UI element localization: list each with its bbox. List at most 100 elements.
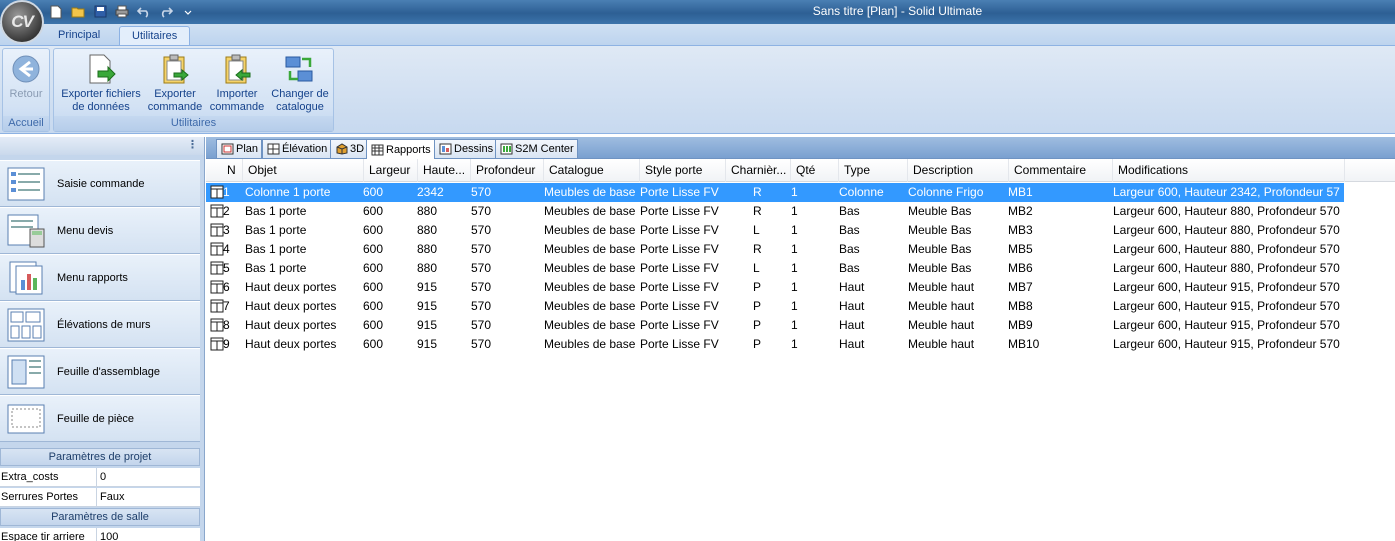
tab-3d[interactable]: 3D [330, 139, 369, 158]
table-row[interactable]: 1 Colonne 1 porte 600 2342 570 Meubles de bas… [206, 183, 1344, 202]
cell-hauteur: 915 [417, 318, 438, 332]
sidebar-item-feuille-piece[interactable]: Feuille de pièce [0, 395, 200, 442]
room-sheet-icon [3, 399, 49, 439]
panel-options-grip[interactable]: ⋮ [0, 137, 204, 155]
sidebar-item-saisie-commande[interactable]: Saisie commande [0, 160, 200, 207]
tab-label: Rapports [386, 143, 431, 156]
tab-label: Dessins [454, 143, 494, 155]
retour-button[interactable]: Retour [6, 51, 46, 101]
cell-qte: 1 [791, 223, 798, 237]
cell-catalogue: Meubles de base [544, 204, 635, 218]
cell-largeur: 600 [363, 261, 384, 275]
cell-style: Porte Lisse FV [640, 318, 719, 332]
tab-label: Plan [236, 143, 259, 155]
cell-hauteur: 880 [417, 261, 438, 275]
report-grid-icon [370, 143, 384, 156]
prop-value[interactable]: Faux [97, 488, 200, 506]
report-grid[interactable]: N Objet Largeur Haute... Profondeur Catalogue… [206, 159, 1395, 541]
table-row[interactable]: 9 Haut deux portes 600 915 570 Meubles de bas… [206, 335, 1344, 354]
change-catalog-button[interactable]: Changer de catalogue [268, 51, 332, 114]
ribbon-group-accueil: Retour Accueil [2, 48, 50, 132]
column-header[interactable]: Objet [243, 159, 364, 182]
cell-commentaire: MB3 [1008, 223, 1033, 237]
cell-hauteur: 915 [417, 337, 438, 351]
sidebar-item-assemblage[interactable]: Feuille d'assemblage [0, 348, 200, 395]
tab-plan[interactable]: Plan [216, 139, 263, 158]
cell-profondeur: 570 [471, 223, 492, 237]
cell-n: 2 [223, 204, 230, 218]
cell-description: Meuble Bas [908, 261, 972, 275]
sidebar-item-elevations[interactable]: Élévations de murs [0, 301, 200, 348]
import-order-button[interactable]: Importer commande [207, 51, 267, 114]
cell-profondeur: 570 [471, 204, 492, 218]
column-header[interactable]: Style porte [640, 159, 726, 182]
table-row[interactable]: 3 Bas 1 porte 600 880 570 Meubles de base Port… [206, 221, 1344, 240]
tab-principal[interactable]: Principal [46, 26, 112, 46]
import-order-label-1: Importer [216, 88, 258, 100]
project-params-header[interactable]: Paramètres de projet [0, 448, 200, 466]
tab-dessins[interactable]: Dessins [434, 139, 498, 158]
sidebar-item-label: Saisie commande [57, 177, 145, 190]
cell-hauteur: 2342 [417, 185, 444, 199]
prop-row-espace-tir[interactable]: Espace tir arriere 100 [0, 528, 200, 541]
cell-largeur: 600 [363, 223, 384, 237]
cell-profondeur: 570 [471, 299, 492, 313]
sidebar-item-menu-devis[interactable]: Menu devis [0, 207, 200, 254]
cell-n: 5 [223, 261, 230, 275]
column-header[interactable]: Haute... [418, 159, 471, 182]
column-header[interactable]: Charnièr... [726, 159, 791, 182]
tab-label: S2M Center [515, 143, 574, 155]
table-row[interactable]: 4 Bas 1 porte 600 880 570 Meubles de base Port… [206, 240, 1344, 259]
change-catalog-icon [283, 51, 317, 87]
column-header[interactable]: N [222, 159, 243, 182]
cell-largeur: 600 [363, 204, 384, 218]
table-row[interactable]: 8 Haut deux portes 600 915 570 Meubles de bas… [206, 316, 1344, 335]
column-header[interactable]: Profondeur [471, 159, 544, 182]
document-area: Plan Élévation 3D Rapports Dessins S2M C… [206, 137, 1395, 541]
app-logo-text: CV [11, 12, 34, 31]
room-params-header[interactable]: Paramètres de salle [0, 508, 200, 526]
tab-s2m-center[interactable]: S2M Center [495, 139, 578, 158]
s2m-center-icon [499, 143, 513, 156]
prop-key: Serrures Portes [0, 488, 97, 506]
prop-row-extra-costs[interactable]: Extra_costs 0 [0, 468, 200, 487]
cell-n: 1 [223, 185, 230, 199]
column-header[interactable]: Commentaire [1009, 159, 1113, 182]
cell-modifications: Largeur 600, Hauteur 880, Profondeur 570 [1113, 223, 1340, 237]
column-header[interactable]: Qté [791, 159, 839, 182]
tab-utilitaires[interactable]: Utilitaires [119, 26, 191, 46]
app-logo-button[interactable]: CV [0, 0, 44, 44]
sidebar-item-menu-rapports[interactable]: Menu rapports [0, 254, 200, 301]
cell-n: 7 [223, 299, 230, 313]
table-row[interactable]: 6 Haut deux portes 600 915 570 Meubles de bas… [206, 278, 1344, 297]
export-order-label-1: Exporter [154, 88, 196, 100]
cell-modifications: Largeur 600, Hauteur 2342, Profondeur 57… [1113, 185, 1340, 199]
column-header[interactable]: Type [839, 159, 908, 182]
cell-commentaire: MB6 [1008, 261, 1033, 275]
export-order-button[interactable]: Exporter commande [146, 51, 204, 114]
column-header[interactable]: Largeur [364, 159, 418, 182]
prop-value[interactable]: 100 [97, 528, 200, 541]
document-tab-bar: Plan Élévation 3D Rapports Dessins S2M C… [206, 137, 1395, 159]
sidebar-item-label: Menu rapports [57, 271, 128, 284]
cell-type: Bas [839, 204, 860, 218]
cell-catalogue: Meubles de base [544, 337, 635, 351]
table-row[interactable]: 2 Bas 1 porte 600 880 570 Meubles de base Port… [206, 202, 1344, 221]
cell-catalogue: Meubles de base [544, 261, 635, 275]
ribbon-panel: Retour Accueil Exporter fichiers de donn… [0, 45, 1395, 134]
column-header[interactable]: Catalogue [544, 159, 640, 182]
cell-largeur: 600 [363, 280, 384, 294]
cell-catalogue: Meubles de base [544, 299, 635, 313]
column-header[interactable]: Modifications [1113, 159, 1345, 182]
export-data-files-button[interactable]: Exporter fichiers de données [57, 51, 145, 114]
column-header[interactable]: Description [908, 159, 1009, 182]
cell-catalogue: Meubles de base [544, 185, 635, 199]
prop-value[interactable]: 0 [97, 468, 200, 486]
reports-chart-icon [3, 258, 49, 298]
table-row[interactable]: 7 Haut deux portes 600 915 570 Meubles de bas… [206, 297, 1344, 316]
prop-row-serrures[interactable]: Serrures Portes Faux [0, 488, 200, 507]
cell-description: Meuble Bas [908, 223, 972, 237]
tab-elevation[interactable]: Élévation [262, 139, 332, 158]
table-row[interactable]: 5 Bas 1 porte 600 880 570 Meubles de base Port… [206, 259, 1344, 278]
tab-rapports[interactable]: Rapports [366, 139, 435, 159]
